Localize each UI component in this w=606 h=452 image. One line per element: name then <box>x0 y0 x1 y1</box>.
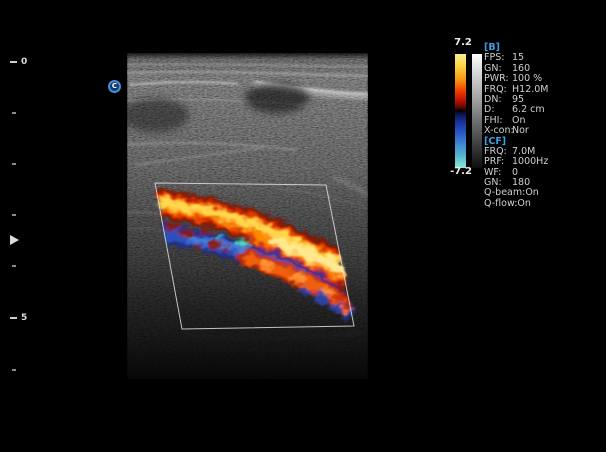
scale-max-label: 7.2 <box>450 37 476 48</box>
param-value: 7.0M <box>512 146 535 157</box>
ruler-tick-5 <box>10 317 17 319</box>
doppler-colorbar <box>455 54 466 168</box>
parameter-panel: [B] FPS:15 GN:160 PWR:100 % FRQ:H12.0M D… <box>484 43 549 209</box>
param-value: 1000Hz <box>512 156 548 167</box>
orientation-marker: C <box>108 80 121 93</box>
ultrasound-image <box>127 53 368 379</box>
ruler-tick <box>12 163 16 165</box>
param-xcon: X-con:Nor <box>484 126 549 136</box>
param-value: On <box>512 115 526 126</box>
grayscale-bar <box>472 54 482 168</box>
param-value: Nor <box>512 125 529 136</box>
ruler-tick <box>12 112 16 114</box>
ruler-label-5: 5 <box>21 313 33 324</box>
param-value: 95 <box>512 94 524 105</box>
param-value: 180 <box>512 177 530 188</box>
focus-marker-icon[interactable] <box>10 235 19 245</box>
ruler-tick <box>12 214 16 216</box>
param-value: 6.2 cm <box>512 104 545 115</box>
param-value: H12.0M <box>512 84 549 95</box>
ruler-tick-0 <box>10 61 17 63</box>
param-label: X-con: <box>484 126 512 136</box>
scale-min-label: -7.2 <box>446 166 476 177</box>
param-qflow: Q-flow:On <box>484 199 549 209</box>
param-value: 15 <box>512 52 524 63</box>
ruler-tick <box>12 265 16 267</box>
ruler-label-0: 0 <box>21 57 33 68</box>
param-value: 160 <box>512 63 530 74</box>
param-value: 0 <box>512 167 518 178</box>
param-value: 100 % <box>512 73 542 84</box>
bmode-canvas <box>127 53 368 379</box>
ultrasound-screen: 0 5 C <box>0 0 606 452</box>
ruler-tick <box>12 369 16 371</box>
